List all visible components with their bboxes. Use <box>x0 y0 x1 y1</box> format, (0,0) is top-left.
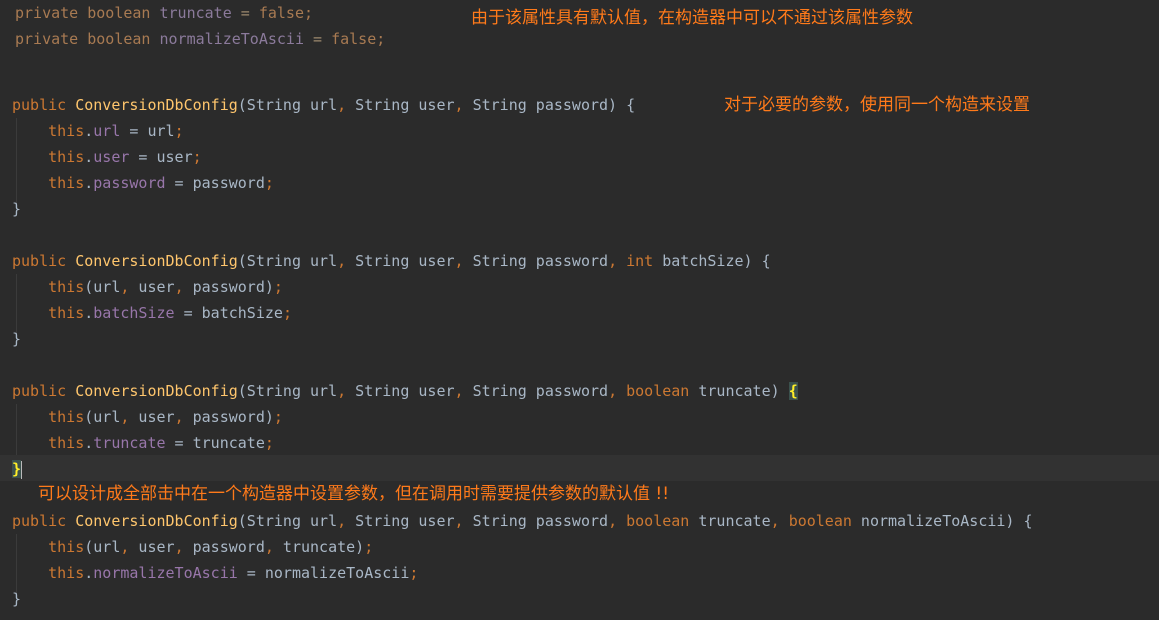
code-line[interactable]: this.truncate = truncate; <box>12 430 274 456</box>
code-line[interactable]: this(url, user, password); <box>12 404 283 430</box>
annotation-default-value: 由于该属性具有默认值，在构造器中可以不通过该属性参数 <box>471 8 913 28</box>
constructor-signature-4[interactable]: public ConversionDbConfig(String url, St… <box>12 508 1033 534</box>
annotation-required-params: 对于必要的参数，使用同一个构造来设置 <box>724 95 1030 115</box>
closing-brace[interactable]: } <box>12 196 21 222</box>
current-line-highlight <box>0 455 1159 481</box>
code-editor[interactable]: private boolean truncate = false; privat… <box>0 0 1159 620</box>
code-line[interactable]: this.batchSize = batchSize; <box>12 300 292 326</box>
code-line[interactable]: this.user = user; <box>12 144 202 170</box>
closing-brace[interactable]: } <box>12 586 21 612</box>
field-declaration-truncate[interactable]: private boolean truncate = false; <box>15 0 313 26</box>
code-line[interactable]: this.normalizeToAscii = normalizeToAscii… <box>12 560 418 586</box>
constructor-signature-2[interactable]: public ConversionDbConfig(String url, St… <box>12 248 771 274</box>
code-line[interactable]: this.password = password; <box>12 170 274 196</box>
code-line[interactable]: this.url = url; <box>12 118 183 144</box>
constructor-signature-3[interactable]: public ConversionDbConfig(String url, St… <box>12 378 798 404</box>
closing-brace-highlighted[interactable]: } <box>12 456 23 482</box>
closing-brace[interactable]: } <box>12 326 21 352</box>
code-line[interactable]: this(url, user, password, truncate); <box>12 534 373 560</box>
text-caret <box>21 460 23 479</box>
code-line[interactable]: this(url, user, password); <box>12 274 283 300</box>
field-declaration-normalize[interactable]: private boolean normalizeToAscii = false… <box>15 26 385 52</box>
annotation-all-in-one: 可以设计成全部击中在一个构造器中设置参数，但在调用时需要提供参数的默认值 !! <box>38 484 670 504</box>
constructor-signature-1[interactable]: public ConversionDbConfig(String url, St… <box>12 92 635 118</box>
